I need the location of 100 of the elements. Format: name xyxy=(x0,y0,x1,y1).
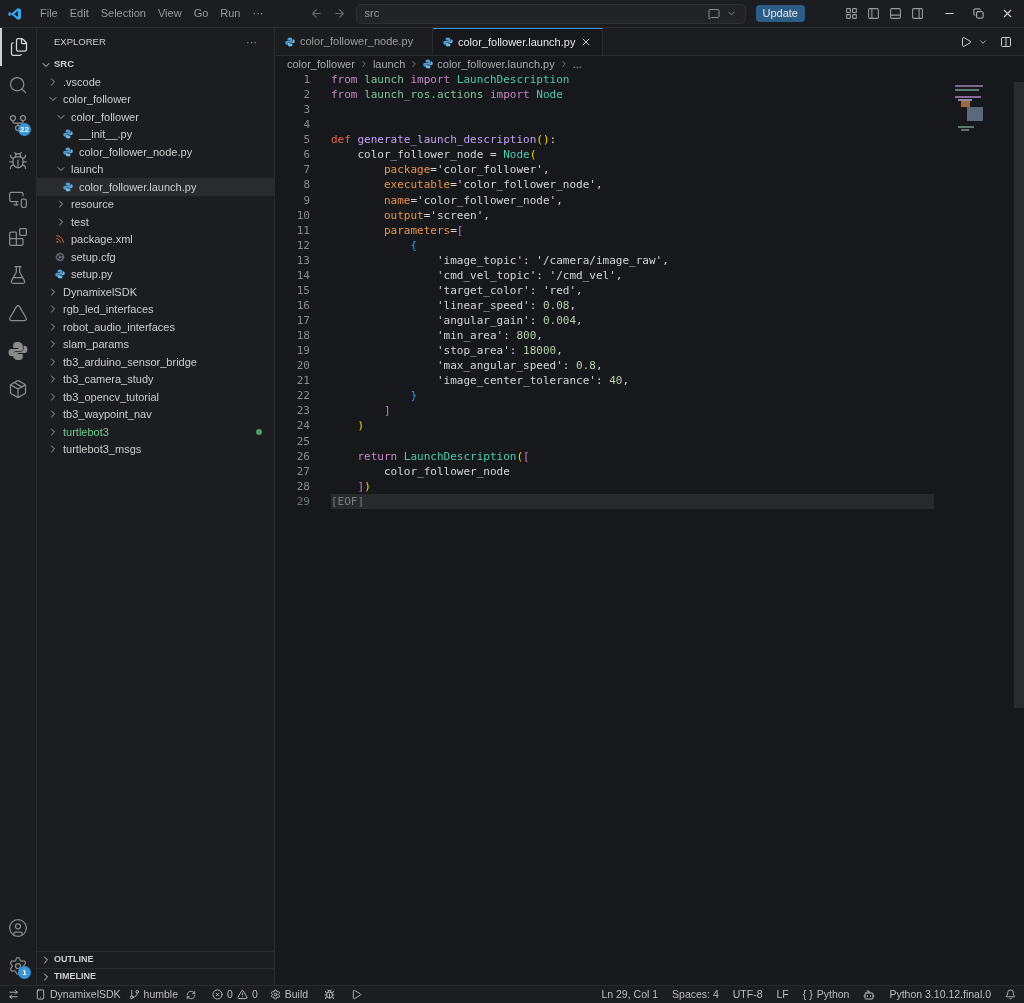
menu-item[interactable]: Edit xyxy=(63,5,95,22)
status-item[interactable]: Spaces: 4 xyxy=(672,986,719,1003)
warning-count[interactable]: 0 xyxy=(251,986,258,1003)
run-icon[interactable] xyxy=(351,989,363,1000)
search-field[interactable]: src xyxy=(355,3,746,24)
tree-item[interactable]: setup.cfg xyxy=(37,248,274,266)
panel-toggle-icon[interactable] xyxy=(889,7,902,20)
breadcrumb-item[interactable]: color_follower.launch.py xyxy=(437,55,555,73)
tree-item[interactable]: color_follower.launch.py xyxy=(37,178,274,196)
tree-item[interactable]: __init__.py xyxy=(37,125,274,143)
tree-item[interactable]: turtlebot3_msgs xyxy=(37,440,274,458)
line-number: 26 xyxy=(295,448,310,464)
tree-item[interactable]: slam_params xyxy=(37,335,274,353)
extensions-icon[interactable] xyxy=(8,227,28,247)
forward-arrow-icon[interactable] xyxy=(332,7,346,20)
container-icon[interactable] xyxy=(8,379,28,399)
status-item[interactable]: Python 3.10.12.final.0 xyxy=(889,986,991,1003)
braces-glyph: { } xyxy=(802,986,813,1002)
section-header[interactable]: OUTLINE xyxy=(37,951,274,968)
tree-item[interactable]: package.xml xyxy=(37,230,274,248)
line-number: 6 xyxy=(302,147,310,163)
chat-icon[interactable] xyxy=(707,7,720,20)
python-icon[interactable] xyxy=(8,341,28,361)
line-number: 27 xyxy=(295,463,310,479)
tree-item-label: launch xyxy=(71,162,104,177)
tree-item[interactable]: tb3_waypoint_nav xyxy=(37,405,274,423)
tree-item-label: color_follower xyxy=(63,92,131,107)
tree-item[interactable]: color_follower xyxy=(37,108,274,126)
tree-item-label: tb3_opencv_tutorial xyxy=(63,389,159,405)
explorer-icon[interactable] xyxy=(9,37,29,57)
tree-item[interactable]: launch xyxy=(37,160,274,178)
tree-item-label: slam_params xyxy=(63,337,130,352)
tree-item[interactable]: robot_audio_interfaces xyxy=(37,318,274,336)
tree-item[interactable]: tb3_opencv_tutorial xyxy=(37,388,274,406)
robot-icon[interactable] xyxy=(863,988,876,1001)
app-logo-icon[interactable] xyxy=(8,6,22,21)
tree-item[interactable]: DynamixelSDK xyxy=(37,283,274,301)
code-line: executable='color_follower_node', xyxy=(382,178,603,192)
run-icon[interactable] xyxy=(960,35,972,48)
back-arrow-icon[interactable] xyxy=(309,7,323,20)
flask-icon[interactable] xyxy=(8,265,28,285)
update-button[interactable]: Update xyxy=(755,5,805,22)
python-file-icon xyxy=(423,59,434,69)
tree-item[interactable]: turtlebot3 xyxy=(37,423,274,441)
restore-icon[interactable] xyxy=(973,8,984,19)
bell-icon[interactable] xyxy=(1005,989,1016,1000)
tree-item-label: test xyxy=(71,214,89,230)
tree-item[interactable]: tb3_arduino_sensor_bridge xyxy=(37,353,274,371)
menu-item[interactable]: Go xyxy=(187,5,215,22)
run-debug-icon[interactable] xyxy=(8,151,28,171)
line-number: 21 xyxy=(295,373,310,389)
status-item[interactable]: Python xyxy=(816,986,850,1003)
status-item[interactable]: UTF-8 xyxy=(732,986,763,1003)
menu-item[interactable]: View xyxy=(151,5,188,22)
layout-icon[interactable] xyxy=(845,7,858,20)
close-icon[interactable] xyxy=(1001,7,1014,20)
line-number: 15 xyxy=(295,282,310,298)
status-item[interactable]: humble xyxy=(143,986,179,1003)
folder-header[interactable]: SRC xyxy=(37,56,274,73)
tree-item[interactable]: resource xyxy=(37,195,274,213)
line-number: 11 xyxy=(295,222,310,238)
line-number: 5 xyxy=(302,132,310,148)
line-number: 17 xyxy=(295,313,310,329)
split-editor-icon[interactable] xyxy=(1000,35,1012,48)
source-control-icon[interactable] xyxy=(8,113,28,133)
tree-item-label: setup.cfg xyxy=(71,249,116,265)
tree-item[interactable]: tb3_camera_study xyxy=(37,370,274,388)
debug-icon[interactable] xyxy=(324,989,336,1000)
line-number: 13 xyxy=(295,252,310,268)
tree-item[interactable]: test xyxy=(37,213,274,231)
status-item[interactable]: Ln 29, Col 1 xyxy=(601,986,659,1003)
tree-item[interactable]: color_follower xyxy=(37,90,274,108)
status-item[interactable]: LF xyxy=(776,986,789,1003)
tree-item[interactable]: setup.py xyxy=(37,265,274,283)
menu-item[interactable]: Selection xyxy=(94,5,152,22)
secondary-sidebar-icon[interactable] xyxy=(911,7,924,20)
settings-icon[interactable] xyxy=(8,956,28,976)
breadcrumb-item[interactable]: launch xyxy=(372,55,406,73)
search-icon[interactable] xyxy=(8,75,28,95)
account-icon[interactable] xyxy=(8,918,28,938)
tree-item[interactable]: color_follower_node.py xyxy=(37,143,274,161)
error-count[interactable]: 0 xyxy=(227,986,233,1003)
triangle-icon[interactable] xyxy=(8,303,28,323)
status-item[interactable]: DynamixelSDK xyxy=(50,986,121,1003)
sidebar-toggle-icon[interactable] xyxy=(867,7,880,20)
remote-explorer-icon[interactable] xyxy=(8,189,28,209)
code-line: ) xyxy=(356,419,365,433)
menu-item[interactable]: ··· xyxy=(246,5,270,22)
breadcrumb-item[interactable]: ... xyxy=(572,55,582,73)
editor-tab[interactable]: color_follower.launch.py xyxy=(433,28,604,55)
tree-item[interactable]: .vscode xyxy=(37,73,274,91)
line-number: 1 xyxy=(302,72,310,88)
breadcrumb-item[interactable]: color_follower xyxy=(287,55,355,73)
menu-item[interactable]: Run xyxy=(214,5,247,22)
more-actions[interactable]: ··· xyxy=(246,33,257,51)
menu-item[interactable]: File xyxy=(34,5,64,22)
tree-item[interactable]: rgb_led_interfaces xyxy=(37,300,274,318)
status-item[interactable]: Build xyxy=(284,986,309,1003)
sync-icon[interactable] xyxy=(186,989,197,1000)
remote-icon[interactable] xyxy=(8,989,19,1000)
